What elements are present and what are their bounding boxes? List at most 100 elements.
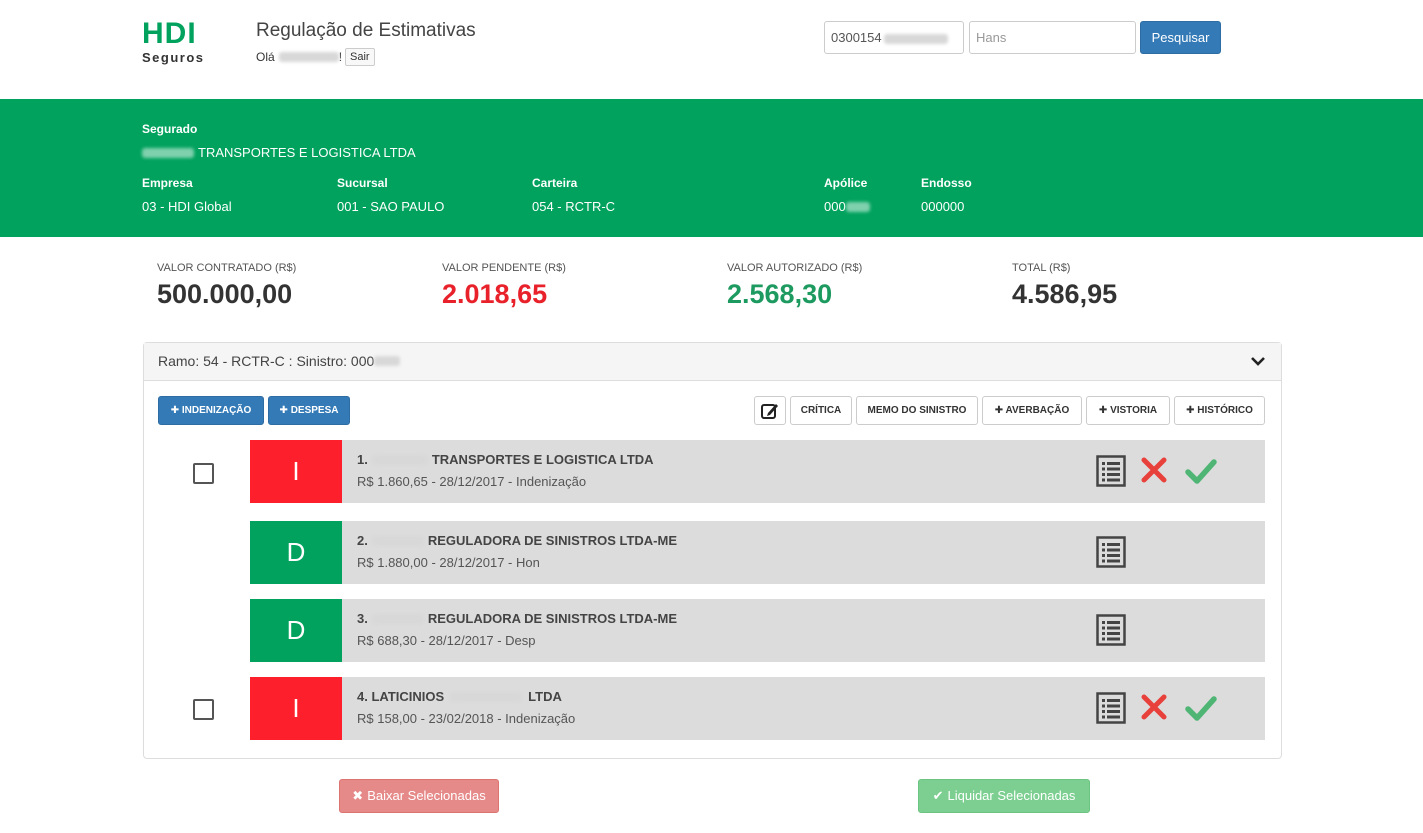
insured-info-band: Segurado TRANSPORTES E LOGISTICA LTDA Em…: [0, 99, 1423, 237]
check-icon: ✔: [932, 788, 944, 803]
apolice-redacted: [845, 201, 870, 212]
add-indenizacao-label: INDENIZAÇÃO: [181, 405, 252, 416]
vistoria-label: VISTORIA: [1110, 405, 1158, 416]
valor-pendente-label: VALOR PENDENTE (R$): [442, 262, 566, 274]
approve-check-icon[interactable]: [1185, 694, 1217, 722]
claim-number-input[interactable]: 0300154: [824, 21, 964, 54]
greeting: Olá ! Sair: [256, 48, 375, 66]
panel-header[interactable]: Ramo: 54 - RCTR-C : Sinistro: 000: [144, 343, 1281, 381]
logo-text: HDI: [142, 17, 197, 50]
row-title-suffix: REGULADORA DE SINISTROS LTDA-ME: [427, 611, 678, 626]
claim-number-value: 0300154: [831, 30, 882, 45]
apolice-value: 000: [824, 199, 870, 214]
segurado-label: Segurado: [142, 122, 198, 136]
close-icon: ✖: [352, 788, 364, 803]
reject-x-icon[interactable]: [1141, 457, 1167, 483]
averbacao-label: AVERBAÇÃO: [1005, 405, 1070, 416]
list-details-icon[interactable]: [1096, 692, 1126, 724]
row-actions: [1081, 521, 1265, 584]
apolice-label: Apólice: [824, 176, 868, 190]
valor-autorizado-value: 2.568,30: [727, 279, 833, 309]
valor-autorizado-label: VALOR AUTORIZADO (R$): [727, 262, 863, 274]
list-details-icon[interactable]: [1096, 536, 1126, 568]
row-type-badge: I: [250, 440, 342, 503]
sinistro-redacted: [374, 356, 401, 366]
plus-icon: ✚: [279, 405, 291, 416]
search-button[interactable]: Pesquisar: [1140, 21, 1221, 54]
endosso-label: Endosso: [921, 176, 972, 190]
list-details-icon[interactable]: [1096, 455, 1126, 487]
historico-button[interactable]: ✚ HISTÓRICO: [1174, 396, 1265, 425]
row-4-checkbox[interactable]: [193, 699, 214, 720]
plus-icon: ✚: [1098, 405, 1111, 416]
valor-contratado-label: VALOR CONTRATADO (R$): [157, 262, 297, 274]
edit-button[interactable]: [754, 396, 786, 425]
row-actions: [1081, 440, 1265, 503]
estimate-row[interactable]: I 4. LATICINIOS LTDA R$ 158,00 - 23/02/2…: [250, 677, 1265, 742]
estimate-row[interactable]: D 3. REGULADORA DE SINISTROS LTDA-ME R$ …: [250, 599, 1265, 664]
row-title-redacted: [371, 613, 424, 624]
panel-title: Ramo: 54 - RCTR-C : Sinistro: 000: [158, 353, 401, 369]
row-title-redacted: [371, 454, 428, 465]
segurado-value: TRANSPORTES E LOGISTICA LTDA: [142, 145, 416, 160]
page-title: Regulação de Estimativas: [256, 20, 476, 41]
row-divider: [250, 740, 1081, 742]
averbacao-button[interactable]: ✚ AVERBAÇÃO: [982, 396, 1082, 425]
plus-icon: ✚: [994, 405, 1006, 416]
row-actions: [1081, 599, 1265, 662]
chevron-down-icon[interactable]: [1251, 354, 1265, 368]
empresa-value: 03 - HDI Global: [142, 199, 232, 214]
row-type-badge: D: [250, 521, 342, 584]
valor-contratado-value: 500.000,00: [157, 279, 293, 309]
liquidar-selecionadas-button[interactable]: ✔ Liquidar Selecionadas: [918, 779, 1090, 813]
row-type-badge: D: [250, 599, 342, 662]
row-title-prefix: 3.: [357, 611, 368, 626]
add-despesa-button[interactable]: ✚ DESPESA: [268, 396, 350, 425]
row-title: 3. REGULADORA DE SINISTROS LTDA-ME: [357, 611, 677, 626]
apolice-number: 000: [824, 199, 846, 214]
row-subtitle: R$ 688,30 - 28/12/2017 - Desp: [357, 633, 536, 648]
greeting-suffix: !: [338, 50, 343, 64]
estimate-row[interactable]: D 2. REGULADORA DE SINISTROS LTDA-ME R$ …: [250, 521, 1265, 586]
segurado-redacted: [142, 147, 194, 158]
estimate-row[interactable]: I 1. TRANSPORTES E LOGISTICA LTDA R$ 1.8…: [250, 440, 1265, 505]
row-divider: [250, 584, 1081, 586]
name-search-input[interactable]: Hans: [969, 21, 1136, 54]
row-subtitle: R$ 1.880,00 - 28/12/2017 - Hon: [357, 555, 540, 570]
vistoria-button[interactable]: ✚ VISTORIA: [1086, 396, 1170, 425]
header: HDI Seguros Regulação de Estimativas Olá…: [0, 0, 1423, 99]
row-title-prefix: 1.: [357, 452, 368, 467]
critica-button[interactable]: CRÍTICA: [790, 396, 852, 425]
historico-label: HISTÓRICO: [1197, 405, 1253, 416]
panel-title-text: Ramo: 54 - RCTR-C : Sinistro: 000: [158, 353, 375, 369]
memo-sinistro-button[interactable]: MEMO DO SINISTRO: [856, 396, 978, 425]
row-divider: [250, 662, 1081, 664]
total-value: 4.586,95: [1012, 279, 1118, 309]
segurado-name: TRANSPORTES E LOGISTICA LTDA: [198, 145, 416, 160]
total-label: TOTAL (R$): [1012, 262, 1071, 274]
baixar-label: Baixar Selecionadas: [367, 788, 486, 803]
carteira-label: Carteira: [532, 176, 578, 190]
list-details-icon[interactable]: [1096, 614, 1126, 646]
row-title-suffix: LTDA: [528, 689, 562, 704]
row-title: 4. LATICINIOS LTDA: [357, 689, 562, 704]
add-despesa-label: DESPESA: [290, 405, 339, 416]
greeting-prefix: Olá: [256, 50, 275, 64]
user-name-redacted: [278, 52, 339, 62]
baixar-selecionadas-button[interactable]: ✖ Baixar Selecionadas: [339, 779, 499, 813]
approve-check-icon[interactable]: [1185, 457, 1217, 485]
row-subtitle: R$ 1.860,65 - 28/12/2017 - Indenização: [357, 474, 587, 489]
sucursal-label: Sucursal: [337, 176, 388, 190]
row-title: 2. REGULADORA DE SINISTROS LTDA-ME: [357, 533, 677, 548]
hdi-logo[interactable]: HDI Seguros: [142, 17, 212, 68]
row-1-checkbox[interactable]: [193, 463, 214, 484]
row-title-redacted: [450, 691, 523, 702]
row-title-prefix: 4. LATICINIOS: [357, 689, 445, 704]
row-subtitle: R$ 158,00 - 23/02/2018 - Indenização: [357, 711, 576, 726]
row-title-redacted: [371, 535, 424, 546]
logout-button[interactable]: Sair: [345, 48, 375, 66]
reject-x-icon[interactable]: [1141, 694, 1167, 720]
edit-icon: [761, 404, 778, 419]
plus-icon: ✚: [1186, 405, 1198, 416]
add-indenizacao-button[interactable]: ✚ INDENIZAÇÃO: [158, 396, 264, 425]
